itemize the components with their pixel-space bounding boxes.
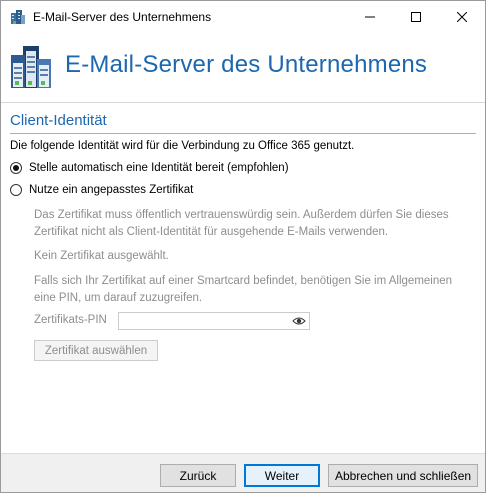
minimize-button[interactable]: [347, 1, 393, 32]
wizard-header: E-Mail-Server des Unternehmens: [1, 32, 485, 102]
close-icon: [457, 11, 467, 22]
certificate-status: Kein Zertifikat ausgewählt.: [34, 250, 169, 262]
server-buildings-icon: [11, 46, 51, 88]
radio-custom-indicator[interactable]: [10, 184, 22, 196]
radio-auto-label[interactable]: Stelle automatisch eine Identität bereit…: [29, 162, 289, 174]
radio-auto-indicator[interactable]: [10, 162, 22, 174]
dialog-window: E-Mail-Server des Unternehmens E-Mail-Se…: [0, 0, 486, 493]
page-title: E-Mail-Server des Unternehmens: [65, 51, 428, 78]
footer-bar: Zurück Weiter Abbrechen und schließen: [1, 453, 485, 492]
back-button[interactable]: Zurück: [160, 464, 236, 487]
pin-input[interactable]: [118, 312, 310, 330]
next-button[interactable]: Weiter: [244, 464, 320, 487]
close-button[interactable]: [439, 1, 485, 32]
radio-custom-label[interactable]: Nutze ein angepasstes Zertifikat: [29, 184, 193, 196]
radio-auto-identity[interactable]: Stelle automatisch eine Identität bereit…: [10, 162, 289, 174]
radio-custom-certificate[interactable]: Nutze ein angepasstes Zertifikat: [10, 184, 193, 196]
app-icon: [11, 10, 25, 24]
section-title: Client-Identität: [10, 112, 107, 129]
title-bar[interactable]: E-Mail-Server des Unternehmens: [1, 1, 485, 32]
pin-label: Zertifikats-PIN: [34, 314, 107, 326]
intro-text: Die folgende Identität wird für die Verb…: [10, 140, 355, 152]
smartcard-note: Falls sich Ihr Zertifikat auf einer Smar…: [34, 275, 453, 304]
select-certificate-button[interactable]: Zertifikat auswählen: [34, 340, 158, 361]
maximize-icon: [411, 11, 421, 22]
cancel-button[interactable]: Abbrechen und schließen: [328, 464, 478, 487]
minimize-icon: [365, 16, 375, 17]
maximize-button[interactable]: [393, 1, 439, 32]
content-area: Client-Identität Die folgende Identität …: [1, 103, 485, 453]
eye-icon[interactable]: [292, 315, 306, 327]
window-title: E-Mail-Server des Unternehmens: [33, 10, 212, 24]
section-divider: [10, 133, 476, 134]
certificate-description: Das Zertifikat muss öffentlich vertrauen…: [34, 209, 449, 238]
